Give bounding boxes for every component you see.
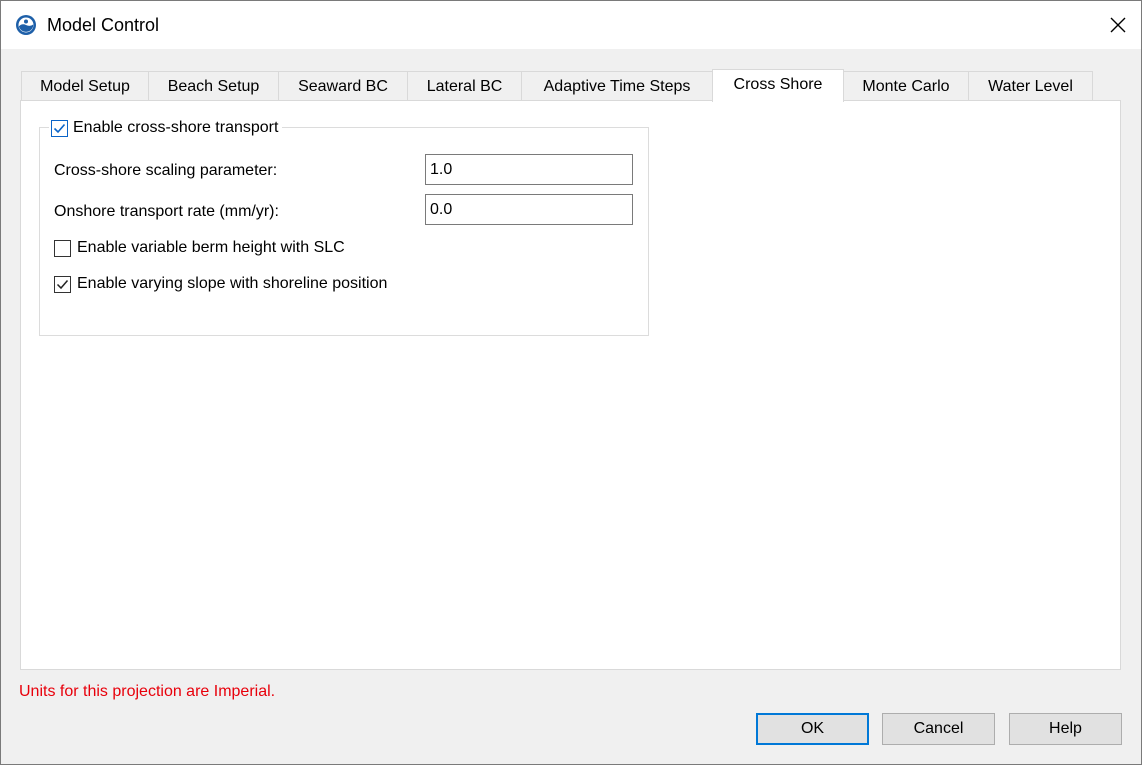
tab-water-level[interactable]: Water Level bbox=[968, 71, 1093, 101]
tab-lateral-bc[interactable]: Lateral BC bbox=[407, 71, 522, 101]
cross-shore-panel: Enable cross-shore transport Cross-shore… bbox=[20, 100, 1121, 670]
tab-seaward-bc[interactable]: Seaward BC bbox=[278, 71, 408, 101]
tab-model-setup[interactable]: Model Setup bbox=[21, 71, 149, 101]
checkmark-icon bbox=[56, 279, 69, 289]
close-button[interactable] bbox=[1095, 1, 1141, 49]
close-icon bbox=[1110, 17, 1126, 33]
globe-icon bbox=[16, 15, 36, 35]
scaling-parameter-label: Cross-shore scaling parameter: bbox=[54, 162, 278, 179]
checkbox-checked[interactable] bbox=[51, 119, 68, 137]
variable-berm-checkbox-row[interactable]: Enable variable berm height with SLC bbox=[54, 237, 345, 259]
tab-strip: Model Setup Beach Setup Seaward BC Later… bbox=[21, 69, 1121, 102]
onshore-rate-label: Onshore transport rate (mm/yr): bbox=[54, 203, 279, 220]
enable-cross-shore-transport-checkbox[interactable]: Enable cross-shore transport bbox=[49, 117, 283, 139]
title-bar: Model Control bbox=[1, 1, 1141, 49]
units-note: Units for this projection are Imperial. bbox=[19, 683, 276, 700]
variable-berm-label: Enable variable berm height with SLC bbox=[77, 239, 345, 256]
varying-slope-checkbox[interactable] bbox=[54, 275, 71, 293]
tab-beach-setup[interactable]: Beach Setup bbox=[148, 71, 279, 101]
varying-slope-checkbox-row[interactable]: Enable varying slope with shoreline posi… bbox=[54, 273, 387, 295]
tab-cross-shore[interactable]: Cross Shore bbox=[712, 69, 844, 102]
onshore-rate-input[interactable] bbox=[425, 194, 633, 225]
checkmark-icon bbox=[53, 123, 66, 133]
model-control-dialog: Model Control Model Setup Beach Setup Se… bbox=[0, 0, 1142, 765]
cancel-button[interactable]: Cancel bbox=[882, 713, 995, 745]
tab-monte-carlo[interactable]: Monte Carlo bbox=[843, 71, 969, 101]
scaling-parameter-input[interactable] bbox=[425, 154, 633, 185]
ok-button[interactable]: OK bbox=[756, 713, 869, 745]
tab-adaptive-time-steps[interactable]: Adaptive Time Steps bbox=[521, 71, 713, 101]
window-title: Model Control bbox=[47, 15, 160, 35]
variable-berm-checkbox[interactable] bbox=[54, 239, 71, 257]
varying-slope-label: Enable varying slope with shoreline posi… bbox=[77, 275, 388, 292]
enable-cross-shore-transport-label: Enable cross-shore transport bbox=[73, 119, 279, 136]
help-button[interactable]: Help bbox=[1009, 713, 1122, 745]
